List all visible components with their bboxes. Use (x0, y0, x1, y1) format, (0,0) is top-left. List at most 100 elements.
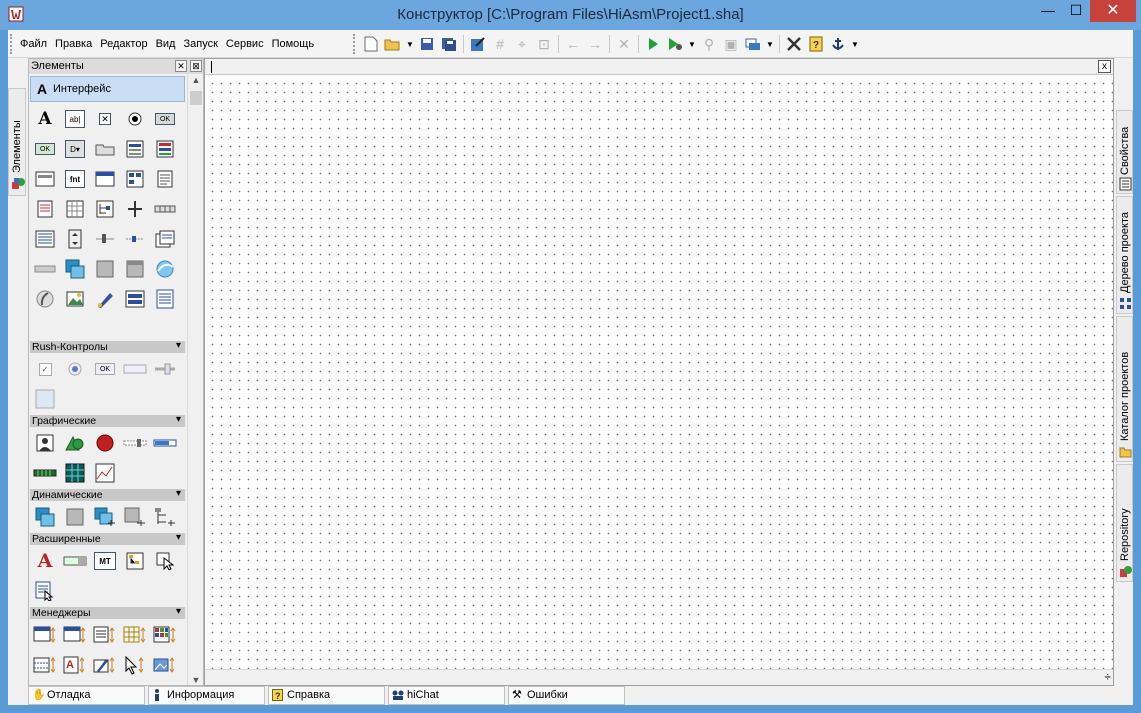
edit-icon[interactable] (467, 33, 489, 55)
mgr-image-icon[interactable] (150, 650, 180, 680)
panel-close-icon[interactable]: ✕ (175, 60, 187, 72)
circle-component-icon[interactable] (90, 428, 120, 458)
maximize-button[interactable]: ☐ (1062, 0, 1090, 22)
rush-panel-icon[interactable] (30, 384, 60, 414)
led-bar-component-icon[interactable] (30, 458, 60, 488)
trackbar-component-icon[interactable] (90, 224, 120, 254)
ext-edit-icon[interactable] (60, 546, 90, 576)
monitor-icon[interactable]: ▣ (720, 33, 742, 55)
save-all-icon[interactable] (438, 33, 460, 55)
updown-component-icon[interactable] (60, 224, 90, 254)
save-icon[interactable] (416, 33, 438, 55)
listview-component-icon[interactable] (120, 164, 150, 194)
mgr-grid-icon[interactable] (120, 620, 150, 650)
settings-tools-icon[interactable] (783, 33, 805, 55)
ext-list-cursor-icon[interactable] (30, 576, 60, 606)
dyn-scrollbox-icon[interactable] (30, 502, 60, 532)
statusbar-component-icon[interactable] (150, 194, 180, 224)
mgr-colorgrid-icon[interactable] (150, 620, 180, 650)
run-debug-icon[interactable] (664, 33, 686, 55)
run-icon[interactable] (642, 33, 664, 55)
anchor-icon[interactable] (827, 33, 849, 55)
mgr-dotgrid-icon[interactable] (30, 650, 60, 680)
canvas-hscrollbar[interactable]: ÷ (205, 669, 1113, 685)
panel-pin-icon[interactable]: ⊠ (190, 60, 202, 72)
stringgrid-component-icon[interactable] (60, 194, 90, 224)
tab-elements-side[interactable]: Элементы (8, 88, 26, 196)
tabcontrol-component-icon[interactable] (150, 224, 180, 254)
new-file-icon[interactable] (360, 33, 382, 55)
canvas-close-icon[interactable]: x (1098, 60, 1111, 73)
undo-arrow-icon[interactable]: ← (562, 33, 584, 55)
redo-arrow-icon[interactable]: → (584, 33, 606, 55)
matrix-component-icon[interactable] (60, 458, 90, 488)
anchor-dropdown-icon[interactable]: ▼ (849, 33, 861, 55)
grid-icon[interactable]: # (489, 33, 511, 55)
report-component-icon[interactable] (150, 284, 180, 314)
font-component-icon[interactable]: fnt (60, 164, 90, 194)
tab-repository[interactable]: Repository (1116, 464, 1133, 582)
scroll-up-arrow-icon[interactable]: ▲ (188, 75, 204, 85)
folder-component-icon[interactable] (90, 134, 120, 164)
close-button[interactable]: ✕ (1090, 0, 1136, 22)
avatar-component-icon[interactable] (30, 428, 60, 458)
browser-component-icon[interactable] (150, 254, 180, 284)
dyn-shape-chain-icon[interactable] (120, 502, 150, 532)
compile-icon[interactable] (742, 33, 764, 55)
elements-scrollbar[interactable]: ▲ ▼ (187, 75, 203, 685)
mgr-window-icon[interactable] (30, 620, 60, 650)
run-dropdown-icon[interactable]: ▼ (686, 33, 698, 55)
tab-debug[interactable]: ✋ Отладка (28, 686, 145, 705)
menu-editor[interactable]: Редактор (96, 30, 151, 58)
ext-label-icon[interactable]: A (30, 546, 60, 576)
section-managers[interactable]: Менеджеры (30, 606, 185, 619)
image-component-icon[interactable] (60, 284, 90, 314)
delete-icon[interactable]: ✕ (613, 33, 635, 55)
tab-properties[interactable]: Свойства (1116, 110, 1133, 194)
minimize-button[interactable]: — (1034, 0, 1062, 22)
menu-service[interactable]: Сервис (222, 30, 268, 58)
window-component-icon[interactable] (90, 164, 120, 194)
hotkey-component-icon[interactable] (120, 284, 150, 314)
paintbox-component-icon[interactable] (90, 284, 120, 314)
rush-checkbox-icon[interactable]: ✓ (30, 354, 60, 384)
menu-view[interactable]: Вид (152, 30, 180, 58)
dyn-tree-icon[interactable] (150, 502, 180, 532)
ext-tree-icon[interactable] (120, 546, 150, 576)
tab-project-catalog[interactable]: Каталог проектов (1116, 316, 1133, 462)
compile-dropdown-icon[interactable]: ▼ (764, 33, 776, 55)
menu-help[interactable]: Помощь (268, 30, 319, 58)
checkbox-component-icon[interactable]: ✕ (90, 104, 120, 134)
ext-cursor-icon[interactable] (150, 546, 180, 576)
section-graphics[interactable]: Графические (30, 414, 185, 427)
flash-component-icon[interactable] (30, 284, 60, 314)
mgr-list-icon[interactable] (90, 620, 120, 650)
menu-file[interactable]: Файл (16, 30, 51, 58)
frame-icon[interactable]: ⊡ (533, 33, 555, 55)
resize-corner-icon[interactable]: ÷ (1104, 670, 1111, 684)
mgr-paint-icon[interactable] (90, 650, 120, 680)
scrollbox-component-icon[interactable] (60, 254, 90, 284)
tool-icon[interactable]: ⚲ (698, 33, 720, 55)
help-icon[interactable]: ? (805, 33, 827, 55)
richedit-component-icon[interactable] (30, 194, 60, 224)
mgr-window2-icon[interactable] (60, 620, 90, 650)
gauge-component-icon[interactable] (120, 428, 150, 458)
radio-component-icon[interactable] (120, 104, 150, 134)
section-dynamic[interactable]: Динамические (30, 488, 185, 501)
tab-project-tree[interactable]: Дерево проекта (1116, 196, 1133, 314)
open-folder-icon[interactable] (382, 33, 404, 55)
listbox-component-icon[interactable] (120, 134, 150, 164)
open-dropdown-icon[interactable]: ▼ (404, 33, 416, 55)
button-component-icon[interactable]: OK (150, 104, 180, 134)
label-component-icon[interactable]: A (30, 104, 60, 134)
groupbox-component-icon[interactable] (120, 254, 150, 284)
ext-mt-icon[interactable]: MT (90, 546, 120, 576)
panel-component-icon[interactable] (30, 164, 60, 194)
rush-edit-icon[interactable] (120, 354, 150, 384)
graph-component-icon[interactable] (90, 458, 120, 488)
rush-trackbar-icon[interactable] (150, 354, 180, 384)
menu-edit[interactable]: Правка (51, 30, 96, 58)
menu-run[interactable]: Запуск (179, 30, 221, 58)
colorlist-component-icon[interactable] (150, 134, 180, 164)
